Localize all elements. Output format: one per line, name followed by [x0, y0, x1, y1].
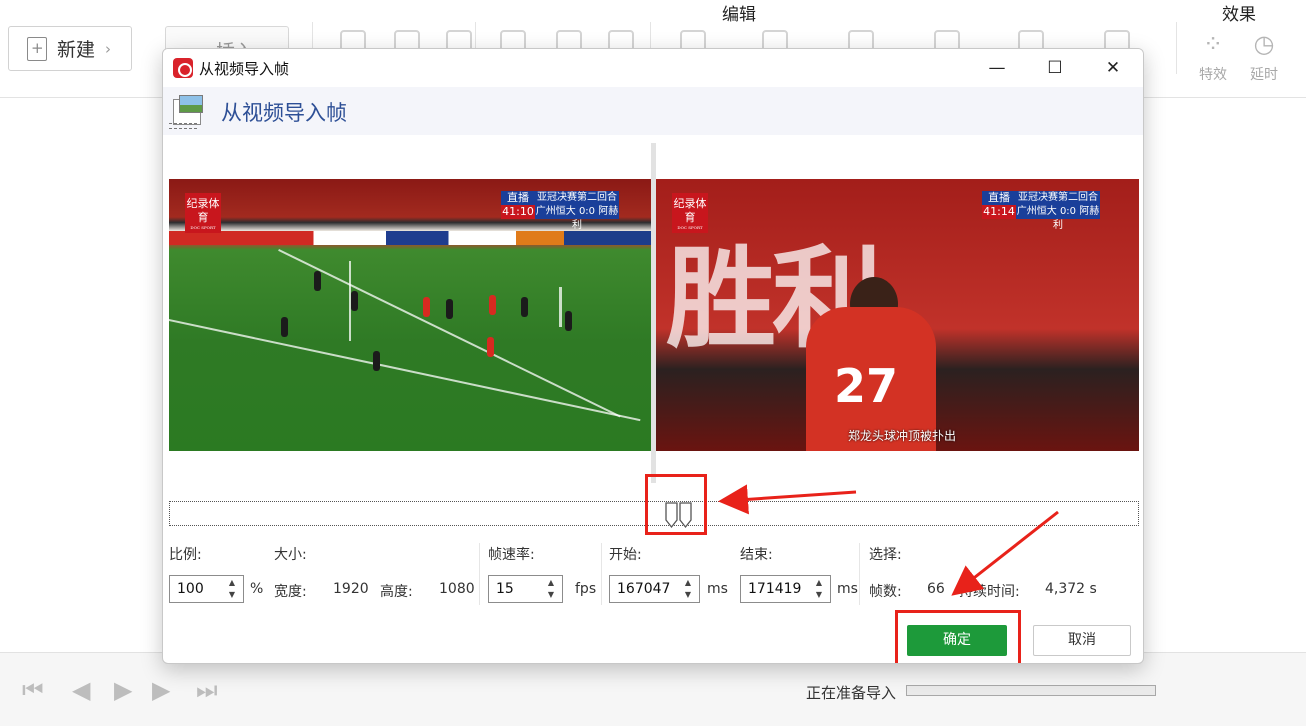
frames-value: 66: [927, 581, 945, 597]
end-frame-preview: 胜利 27 纪录体育 DOC SPORT 直播 亚冠决赛第二回合 41:14 广…: [656, 179, 1139, 451]
channel-logo-text: 纪录体育: [186, 197, 220, 224]
player: [565, 311, 572, 331]
end-unit: ms: [837, 581, 858, 597]
size-label: 大小:: [274, 547, 307, 563]
four-circles-icon: ⁘: [1202, 30, 1224, 58]
fps-unit: fps: [575, 581, 597, 597]
fps-label: 帧速率:: [488, 547, 535, 563]
channel-logo: 纪录体育 DOC SPORT: [185, 193, 221, 233]
channel-logo-subtext: DOC SPORT: [677, 225, 703, 230]
end-stepper[interactable]: 171419 ▲ ▼: [740, 575, 831, 603]
delay-button[interactable]: ◷ 延时: [1244, 30, 1284, 84]
close-button[interactable]: ✕: [1099, 55, 1127, 81]
channel-logo-subtext: DOC SPORT: [190, 225, 216, 230]
play-icon[interactable]: ▶: [114, 676, 132, 704]
video-frames-icon: [169, 93, 207, 131]
app-logo-icon: [173, 58, 193, 78]
end-label: 结束:: [740, 547, 773, 563]
start-label: 开始:: [609, 547, 642, 563]
channel-logo-text: 纪录体育: [673, 197, 707, 224]
match-clock: 41:10: [501, 205, 535, 219]
live-tag: 直播: [982, 191, 1016, 205]
param-divider: [859, 543, 860, 605]
match-title: 亚冠决赛第二回合: [1016, 191, 1100, 205]
ad-boards: [169, 231, 651, 245]
channel-logo: 纪录体育 DOC SPORT: [672, 193, 708, 233]
stepper-arrows-icon[interactable]: ▲ ▼: [546, 577, 556, 601]
fps-value: 15: [496, 581, 514, 597]
match-score: 广州恒大 0:0 阿赫利: [1016, 205, 1100, 231]
import-progress-bar: [906, 685, 1156, 696]
first-frame-icon[interactable]: ⏮: [22, 676, 44, 704]
scale-unit: %: [250, 581, 264, 597]
scale-stepper[interactable]: 100 ▲ ▼: [169, 575, 244, 603]
live-tag: 直播: [501, 191, 535, 205]
width-label: 宽度:: [274, 584, 307, 600]
player: [351, 291, 358, 311]
dialog-header: 从视频导入帧: [163, 87, 1143, 135]
player: [489, 295, 496, 315]
previous-frame-icon[interactable]: ◀: [72, 676, 90, 704]
new-button[interactable]: 新建 ›: [8, 26, 132, 71]
stepper-arrows-icon[interactable]: ▲ ▼: [227, 577, 237, 601]
duration-label: 持续时间:: [959, 584, 1020, 600]
height-label: 高度:: [380, 584, 413, 600]
next-frame-icon[interactable]: ▶: [152, 676, 170, 704]
height-value: 1080: [439, 581, 475, 597]
stepper-arrows-icon[interactable]: ▲ ▼: [814, 577, 824, 601]
end-value: 171419: [748, 581, 802, 597]
param-divider: [479, 543, 480, 605]
match-clock: 41:14: [982, 205, 1016, 219]
dialog-header-title: 从视频导入帧: [221, 101, 347, 125]
player: [521, 297, 528, 317]
scale-label: 比例:: [169, 547, 202, 563]
start-stepper[interactable]: 167047 ▲ ▼: [609, 575, 700, 603]
score-bug: 直播 亚冠决赛第二回合 41:14 广州恒大 0:0 阿赫利: [982, 191, 1100, 231]
param-divider: [601, 543, 602, 605]
shirt-number: 27: [834, 359, 899, 413]
player: [487, 337, 494, 357]
width-value: 1920: [333, 581, 369, 597]
stopwatch-icon: ◷: [1253, 30, 1275, 58]
match-score: 广州恒大 0:0 阿赫利: [535, 205, 619, 231]
group-edit-title: 编辑: [722, 5, 756, 25]
ok-button[interactable]: 确定: [907, 625, 1007, 656]
chevron-right-icon: ›: [105, 39, 112, 58]
effects-button-label: 特效: [1199, 67, 1227, 83]
start-value: 167047: [617, 581, 671, 597]
dialog-titlebar[interactable]: 从视频导入帧 — ☐ ✕: [163, 49, 1143, 87]
match-title: 亚冠决赛第二回合: [535, 191, 619, 205]
start-unit: ms: [707, 581, 728, 597]
cancel-button[interactable]: 取消: [1033, 625, 1131, 656]
player: [373, 351, 380, 371]
video-subtitle: 郑龙头球冲顶被扑出: [848, 429, 957, 443]
frames-label: 帧数:: [869, 584, 902, 600]
import-status-text: 正在准备导入: [806, 684, 897, 702]
start-frame-preview: 纪录体育 DOC SPORT 直播 亚冠决赛第二回合 41:10 广州恒大 0:…: [169, 179, 651, 451]
score-bug: 直播 亚冠决赛第二回合 41:10 广州恒大 0:0 阿赫利: [501, 191, 619, 231]
fps-stepper[interactable]: 15 ▲ ▼: [488, 575, 563, 603]
new-button-label: 新建: [57, 39, 96, 61]
annotation-highlight-box: [645, 474, 707, 535]
player: [281, 317, 288, 337]
minimize-button[interactable]: —: [983, 55, 1011, 81]
group-effects-title: 效果: [1222, 5, 1256, 25]
new-document-icon: [27, 36, 47, 61]
delay-button-label: 延时: [1250, 67, 1278, 83]
selection-label: 选择:: [869, 547, 902, 563]
player: [423, 297, 430, 317]
scale-value: 100: [177, 581, 204, 597]
maximize-button[interactable]: ☐: [1041, 55, 1069, 81]
toolbar-divider: [1176, 22, 1177, 74]
dialog-title: 从视频导入帧: [199, 60, 290, 78]
effects-button[interactable]: ⁘ 特效: [1193, 30, 1233, 84]
player: [446, 299, 453, 319]
import-frames-dialog: 从视频导入帧 — ☐ ✕ 从视频导入帧 纪录体育 DOC SPORT 直播 亚冠…: [162, 48, 1144, 664]
last-frame-icon[interactable]: ⏭: [196, 676, 218, 704]
stepper-arrows-icon[interactable]: ▲ ▼: [683, 577, 693, 601]
player: [314, 271, 321, 291]
duration-value: 4,372 s: [1045, 581, 1097, 597]
